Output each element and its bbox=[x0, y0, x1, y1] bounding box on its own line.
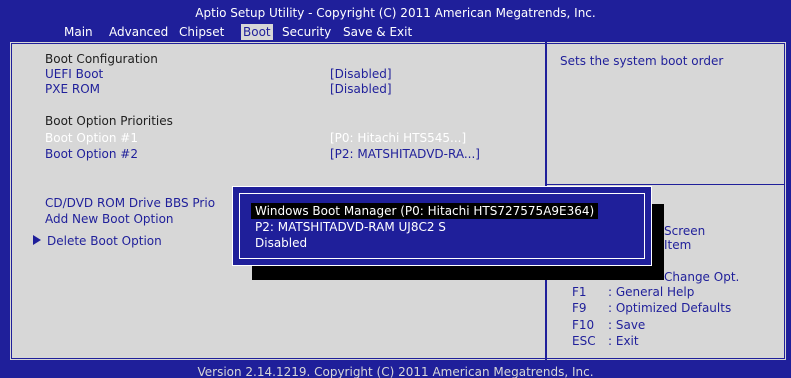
help-divider bbox=[547, 184, 785, 185]
help-key-f10-desc: : Save bbox=[608, 318, 646, 332]
popup-option-windows-boot-manager[interactable]: Windows Boot Manager (P0: Hitachi HTS727… bbox=[251, 203, 599, 219]
footer-version: Version 2.14.1219. Copyright (C) 2011 Am… bbox=[0, 362, 791, 378]
pxe-rom-value[interactable]: [Disabled] bbox=[330, 82, 392, 96]
section-boot-configuration: Boot Configuration bbox=[45, 52, 158, 66]
help-key-partial-change-opt: Change Opt. bbox=[664, 270, 740, 284]
header-bar: Aptio Setup Utility - Copyright (C) 2011… bbox=[0, 0, 791, 40]
help-key-esc-desc: : Exit bbox=[608, 334, 639, 348]
help-key-partial-screen: Screen bbox=[664, 224, 706, 238]
delete-boot-option[interactable]: Delete Boot Option bbox=[47, 234, 162, 248]
popup-option-matshita-dvd[interactable]: P2: MATSHITADVD-RAM UJ8C2 S bbox=[251, 219, 450, 235]
uefi-boot-label[interactable]: UEFI Boot bbox=[45, 67, 103, 81]
submenu-arrow-icon bbox=[33, 235, 41, 245]
section-boot-option-priorities: Boot Option Priorities bbox=[45, 114, 173, 128]
boot-option-popup: Windows Boot Manager (P0: Hitachi HTS727… bbox=[232, 186, 652, 266]
boot-option-2-value[interactable]: [P2: MATSHITADVD-RA...] bbox=[330, 147, 480, 161]
add-new-boot-option[interactable]: Add New Boot Option bbox=[45, 212, 174, 226]
help-key-f9-desc: : Optimized Defaults bbox=[608, 301, 732, 315]
tab-save-exit[interactable]: Save & Exit bbox=[341, 24, 414, 40]
help-key-f1-desc: : General Help bbox=[608, 285, 695, 299]
tab-chipset[interactable]: Chipset bbox=[177, 24, 226, 40]
boot-option-1-label[interactable]: Boot Option #1 bbox=[45, 131, 138, 145]
tab-security[interactable]: Security bbox=[280, 24, 333, 40]
help-key-esc: ESC bbox=[572, 334, 596, 348]
help-key-f10: F10 bbox=[572, 318, 595, 332]
cd-dvd-bbs-priorities[interactable]: CD/DVD ROM Drive BBS Prio bbox=[45, 196, 215, 210]
boot-option-1-value[interactable]: [P0: Hitachi HTS545...] bbox=[330, 131, 466, 145]
popup-option-disabled[interactable]: Disabled bbox=[251, 235, 311, 251]
help-key-partial-item: Item bbox=[664, 238, 692, 252]
tab-advanced[interactable]: Advanced bbox=[107, 24, 170, 40]
tab-boot[interactable]: Boot bbox=[241, 24, 273, 40]
uefi-boot-value[interactable]: [Disabled] bbox=[330, 67, 392, 81]
pxe-rom-label[interactable]: PXE ROM bbox=[45, 82, 100, 96]
utility-title: Aptio Setup Utility - Copyright (C) 2011… bbox=[195, 6, 596, 20]
boot-option-2-label[interactable]: Boot Option #2 bbox=[45, 147, 138, 161]
help-key-f9: F9 bbox=[572, 301, 587, 315]
tab-main[interactable]: Main bbox=[62, 24, 95, 40]
help-key-f1: F1 bbox=[572, 285, 587, 299]
help-text: Sets the system boot order bbox=[560, 54, 724, 68]
